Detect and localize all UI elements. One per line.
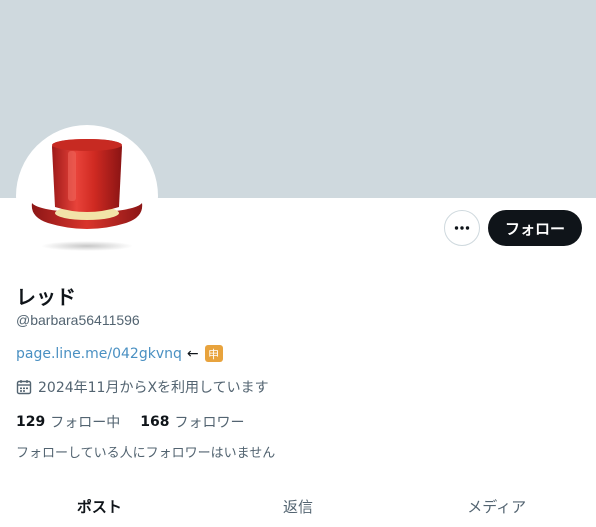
following-label: フォロー中	[50, 415, 121, 431]
tab-replies[interactable]: 返信	[199, 485, 398, 527]
profile-tabs: ポスト 返信 メディア	[0, 485, 596, 527]
tab-posts[interactable]: ポスト	[0, 485, 199, 527]
calendar-icon	[16, 379, 32, 395]
join-date: 2024年11月からXを利用しています	[16, 377, 269, 397]
bio-arrow: ←	[186, 345, 199, 362]
more-options-button[interactable]	[444, 210, 480, 246]
following-link[interactable]: 129 フォロー中	[16, 412, 120, 432]
followers-you-know-note: フォローしている人にフォロワーはいません	[16, 446, 276, 461]
red-top-hat-icon	[31, 139, 143, 251]
join-date-text: 2024年11月からXを利用しています	[38, 380, 269, 396]
display-name: レッド	[16, 285, 76, 309]
bio-link[interactable]: page.line.me/042gkvnq	[16, 346, 182, 362]
user-handle: @barbara56411596	[16, 312, 140, 328]
followers-link[interactable]: 168 フォロワー	[140, 412, 244, 432]
bio-badge-emoji: 申	[204, 345, 223, 362]
profile-avatar[interactable]	[16, 125, 158, 267]
profile-bio: page.line.me/042gkvnq ← 申	[16, 345, 223, 362]
followers-count: 168	[140, 414, 170, 430]
followers-label: フォロワー	[174, 415, 245, 431]
profile-stats: 129 フォロー中 168 フォロワー	[16, 412, 244, 432]
follow-button[interactable]: フォロー	[488, 210, 582, 246]
tab-media[interactable]: メディア	[397, 485, 596, 527]
more-options-icon	[454, 226, 470, 230]
following-count: 129	[16, 414, 46, 430]
